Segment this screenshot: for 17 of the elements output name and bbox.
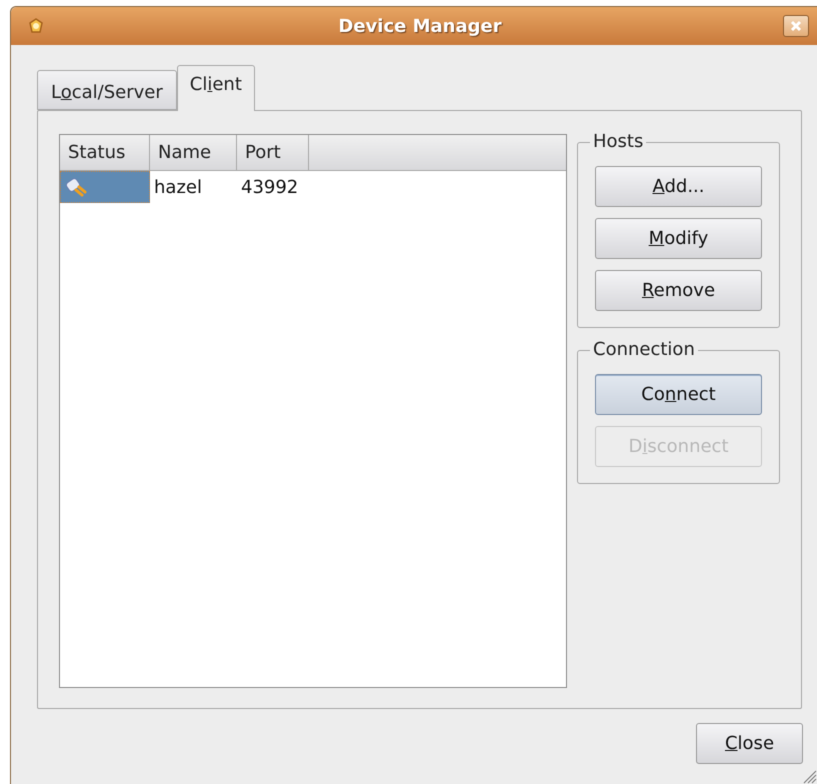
action-button[interactable]: Modify — [595, 218, 762, 259]
column-header[interactable]: Port — [237, 135, 309, 170]
tab[interactable]: Client — [176, 65, 255, 111]
window-title: Device Manager — [338, 14, 502, 38]
column-header[interactable]: Status — [60, 135, 150, 170]
app-icon — [27, 17, 45, 35]
column-header[interactable]: Name — [150, 135, 237, 170]
plug-icon — [65, 176, 87, 198]
action-button[interactable]: Connect — [595, 374, 762, 415]
close-icon[interactable] — [783, 15, 809, 37]
close-button[interactable]: Close — [696, 723, 803, 764]
table-cell-text: hazel — [153, 176, 203, 200]
tab[interactable]: Local/Server — [37, 70, 177, 110]
action-button[interactable]: Remove — [595, 270, 762, 311]
action-button[interactable]: Add... — [595, 166, 762, 207]
resize-grip-icon — [801, 768, 817, 784]
table-cell-text: 43992 — [240, 176, 300, 200]
